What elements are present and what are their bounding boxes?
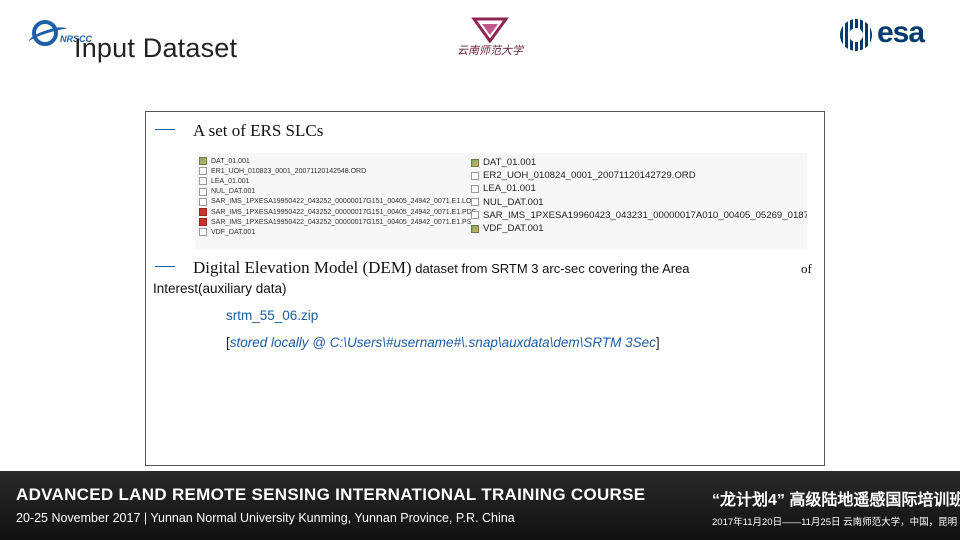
file-list-item: LEA_01.001 <box>199 176 477 186</box>
file-name: ER2_UOH_010824_0001_20071120142729.ORD <box>483 170 696 182</box>
footer-title-cn: “龙计划4” 高级陆地遥感国际培训班 <box>712 492 960 509</box>
text-file-icon <box>199 228 207 237</box>
file-name: VDF_DAT.001 <box>483 223 544 235</box>
bullet-dash-icon <box>155 129 175 130</box>
footer-title-en: ADVANCED LAND REMOTE SENSING INTERNATION… <box>16 485 646 504</box>
path-text: stored locally @ C:\Users\#username#\.sn… <box>229 335 656 350</box>
file-list-item: SAR_IMS_1PXESA19950422_043252_00000017G1… <box>199 217 477 227</box>
file-name: LEA_01.001 <box>211 177 250 185</box>
esa-logo: esa <box>840 16 935 53</box>
footer-subtitle-cn: 2017年11月20日——11月25日 云南师范大学，中国，昆明 <box>712 517 958 528</box>
file-name: NUL_DAT.001 <box>483 196 544 208</box>
file-list-item: DAT_01.001 <box>199 156 477 166</box>
dem-description-continued: Interest(auxiliary data) <box>153 281 287 296</box>
file-list-item: LEA_01.001 <box>471 182 807 195</box>
file-name: SAR_IMS_1PXESA19960423_043231_00000017A0… <box>483 209 807 221</box>
text-file-icon <box>199 187 207 196</box>
ynnu-logo-text: 云南师范大学 <box>457 45 523 57</box>
dat-file-icon <box>199 157 207 166</box>
esa-disc-icon <box>840 19 872 51</box>
file-list-item: SAR_IMS_1PXESA19960423_043231_00000017A0… <box>471 209 807 222</box>
dem-line: Digital Elevation Model (DEM) dataset fr… <box>193 258 818 280</box>
dem-stored-path: [stored locally @ C:\Users\#username#\.s… <box>226 335 660 350</box>
file-list-item: ER2_UOH_010824_0001_20071120142729.ORD <box>471 169 807 182</box>
file-explorer-screenshot: DAT_01.001 ER1_UOH_010823_0001_2007112014… <box>195 153 807 249</box>
dem-description: dataset from SRTM 3 arc-sec covering the… <box>415 261 690 276</box>
section-ers-heading: A set of ERS SLCs <box>193 121 324 140</box>
file-name: SAR_IMS_1PXESA19950422_043252_00000017G1… <box>211 218 472 226</box>
dat-file-icon <box>471 224 479 233</box>
text-file-icon <box>199 177 207 186</box>
pdf-file-icon <box>199 208 207 217</box>
file-list-item: ER1_UOH_010823_0001_20071120142548.ORD <box>199 166 477 176</box>
file-list-item: NUL_DAT.001 <box>199 187 477 197</box>
file-name: LEA_01.001 <box>483 183 536 195</box>
bullet-dash-icon <box>155 266 175 267</box>
dem-description-of: of <box>801 261 812 276</box>
file-name: DAT_01.001 <box>483 157 537 169</box>
file-name: DAT_01.001 <box>211 157 250 165</box>
file-list-item: NUL_DAT.001 <box>471 196 807 209</box>
esa-logo-text: esa <box>877 16 925 49</box>
pdf-file-icon <box>199 218 207 227</box>
file-name: SAR_IMS_1PXESA19950422_043252_00000017G1… <box>211 198 477 206</box>
dem-zip-filename: srtm_55_06.zip <box>226 308 319 323</box>
ynnu-emblem-icon <box>471 17 509 43</box>
file-name: NUL_DAT.001 <box>211 188 256 196</box>
dat-file-icon <box>471 158 479 167</box>
page-title: Input Dataset <box>74 33 238 63</box>
file-list-item: DAT_01.001 <box>471 156 807 169</box>
footer-subtitle-en: 20-25 November 2017 | Yunnan Normal Univ… <box>16 511 515 525</box>
text-file-icon <box>199 197 207 206</box>
file-list-item: SAR_IMS_1PXESA19950422_043252_00000017G1… <box>199 207 477 217</box>
text-file-icon <box>471 171 479 180</box>
text-file-icon <box>471 211 479 220</box>
file-list-item: VDF_DAT.001 <box>471 222 807 235</box>
text-file-icon <box>471 184 479 193</box>
file-list-left: DAT_01.001 ER1_UOH_010823_0001_2007112014… <box>199 156 477 238</box>
file-name: VDF_DAT.001 <box>211 228 256 236</box>
text-file-icon <box>199 167 207 176</box>
file-list-item: VDF_DAT.001 <box>199 227 477 237</box>
file-name: SAR_IMS_1PXESA19950422_043252_00000017G1… <box>211 208 477 216</box>
file-name: ER1_UOH_010823_0001_20071120142548.ORD <box>211 167 367 175</box>
text-file-icon <box>471 198 479 207</box>
ynnu-logo: 云南师范大学 <box>445 17 535 62</box>
file-list-item: SAR_IMS_1PXESA19950422_043252_00000017G1… <box>199 197 477 207</box>
file-list-right: DAT_01.001 ER2_UOH_010824_0001_2007112014… <box>471 156 807 235</box>
footer-banner: ADVANCED LAND REMOTE SENSING INTERNATION… <box>0 471 960 540</box>
path-close-bracket: ] <box>655 335 660 350</box>
section-dem-heading: Digital Elevation Model (DEM) <box>193 258 412 277</box>
